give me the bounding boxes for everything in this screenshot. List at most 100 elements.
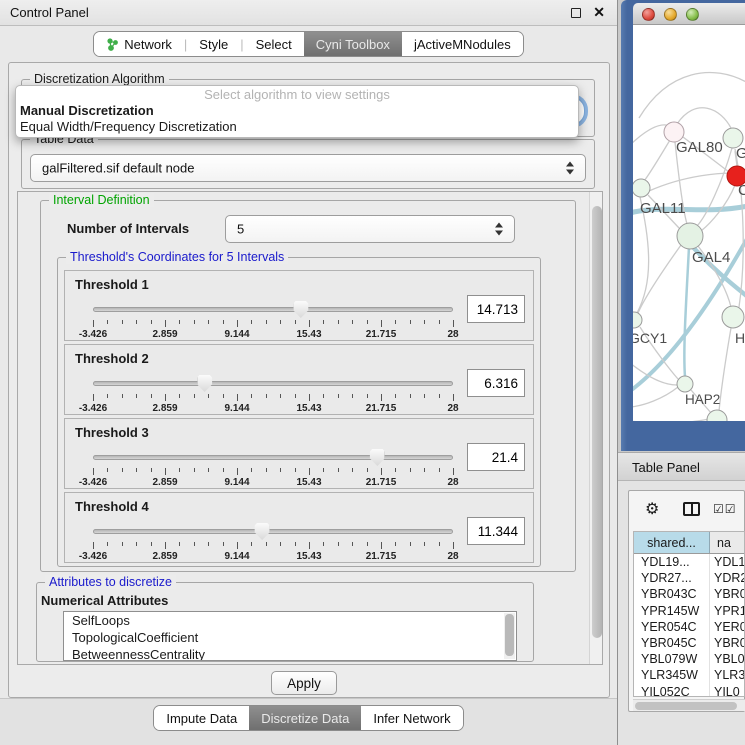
tab-select[interactable]: Select xyxy=(244,32,304,56)
tick-label: 2.859 xyxy=(152,551,177,562)
gear-icon[interactable]: ⚙ xyxy=(645,499,659,519)
slider-thumb[interactable] xyxy=(255,523,270,540)
table-row[interactable]: YLR345WYLR3 xyxy=(634,667,744,683)
node-gal4[interactable] xyxy=(677,223,703,249)
threshold-2-value-field[interactable] xyxy=(467,369,525,397)
tab-cyni-toolbox[interactable]: Cyni Toolbox xyxy=(304,32,402,56)
tab-discretize-data[interactable]: Discretize Data xyxy=(249,706,361,730)
table-row[interactable]: YDR27...YDR2 xyxy=(634,570,744,586)
table-row[interactable]: YDL19...YDL1 xyxy=(634,554,744,570)
numerical-attributes-list[interactable]: SelfLoopsTopologicalCoefficientBetweenne… xyxy=(63,611,517,661)
table-row[interactable]: YBL079WYBL0 xyxy=(634,651,744,667)
slider-thumb[interactable] xyxy=(197,375,212,392)
table-scrollbar-thumb[interactable] xyxy=(635,702,737,710)
network-canvas[interactable]: GAL80 GA C GAL11 GAL4 GCY1 H HAP2 xyxy=(633,25,745,421)
apply-button[interactable]: Apply xyxy=(271,671,337,695)
threshold-1-value-field[interactable] xyxy=(467,295,525,323)
tick-label: 9.144 xyxy=(224,477,249,488)
cell-shared-name: YDR27... xyxy=(634,570,710,586)
cyni-toolbox-panel: Discretization Algorithm Select algorith… xyxy=(8,62,610,698)
threshold-1-slider[interactable]: -3.4262.8599.14415.4321.71528 xyxy=(93,301,453,339)
tick-mark xyxy=(136,394,137,398)
table-row[interactable]: YER054CYER0 xyxy=(634,619,744,635)
float-window-icon[interactable] xyxy=(571,8,581,18)
algorithm-option-equal-width[interactable]: Equal Width/Frequency Discretization xyxy=(16,119,578,135)
threshold-2-slider[interactable]: -3.4262.8599.14415.4321.71528 xyxy=(93,375,453,413)
zoom-traffic-light-icon[interactable] xyxy=(686,8,699,21)
slider-track[interactable] xyxy=(93,455,453,460)
slider-thumb[interactable] xyxy=(370,449,385,466)
tick-label: 28 xyxy=(447,403,458,414)
close-traffic-light-icon[interactable] xyxy=(642,8,655,21)
list-scrollbar[interactable] xyxy=(504,613,515,659)
tick-mark xyxy=(208,542,209,546)
slider-thumb[interactable] xyxy=(293,301,308,318)
tick-label: 28 xyxy=(447,477,458,488)
threshold-3-slider[interactable]: -3.4262.8599.14415.4321.71528 xyxy=(93,449,453,487)
tab-network[interactable]: Network xyxy=(94,32,184,56)
tick-mark xyxy=(367,320,368,324)
slider-track[interactable] xyxy=(93,529,453,534)
list-scrollbar-thumb[interactable] xyxy=(505,614,514,656)
tick-label: 21.715 xyxy=(366,329,397,340)
algorithm-option-manual[interactable]: Manual Discretization xyxy=(16,103,578,119)
threshold-4-slider[interactable]: -3.4262.8599.14415.4321.71528 xyxy=(93,523,453,561)
tick-mark xyxy=(280,394,281,398)
bottom-tab-strip: Impute Data Discretize Data Infer Networ… xyxy=(0,698,617,745)
node-label-gal4: GAL4 xyxy=(692,249,730,266)
tick-mark xyxy=(453,468,454,475)
table-row[interactable]: YBR043CYBR0 xyxy=(634,586,744,602)
slider-track[interactable] xyxy=(93,381,453,386)
slider-tick-labels: -3.4262.8599.14415.4321.71528 xyxy=(93,551,453,563)
node-label-h: H xyxy=(735,330,745,346)
table-data-combobox[interactable]: galFiltered.sif default node xyxy=(30,154,586,182)
tick-label: -3.426 xyxy=(79,403,107,414)
tick-mark xyxy=(309,394,310,401)
tick-mark xyxy=(194,394,195,398)
close-icon[interactable]: ✕ xyxy=(593,4,605,21)
tab-label: jActiveMNodules xyxy=(414,37,511,52)
node-gcy1[interactable] xyxy=(633,312,642,328)
tick-mark xyxy=(165,542,166,549)
tab-infer-network[interactable]: Infer Network xyxy=(361,706,462,730)
node-hap2[interactable] xyxy=(677,376,693,392)
column-header-shared-name[interactable]: shared... xyxy=(634,532,710,553)
minimize-traffic-light-icon[interactable] xyxy=(664,8,677,21)
tab-jactivemnodules[interactable]: jActiveMNodules xyxy=(402,32,523,56)
tick-mark xyxy=(223,542,224,546)
tab-style[interactable]: Style xyxy=(187,32,240,56)
columns-icon[interactable] xyxy=(683,502,700,516)
algorithm-placeholder-option[interactable]: Select algorithm to view settings xyxy=(16,87,578,103)
settings-scrollbar[interactable] xyxy=(589,192,602,664)
column-header-name[interactable]: na xyxy=(710,532,744,553)
tick-mark xyxy=(439,320,440,324)
tick-mark xyxy=(352,394,353,398)
tick-mark xyxy=(223,394,224,398)
table-row[interactable]: YBR045CYBR0 xyxy=(634,635,744,651)
tick-mark xyxy=(453,542,454,549)
attribute-item[interactable]: BetweennessCentrality xyxy=(64,646,516,661)
tick-mark xyxy=(208,394,209,398)
threshold-4-value-field[interactable] xyxy=(467,517,525,545)
node-gal11[interactable] xyxy=(633,179,650,197)
cell-shared-name: YBL079W xyxy=(634,651,710,667)
attribute-item[interactable]: SelfLoops xyxy=(64,612,516,629)
tick-mark xyxy=(122,394,123,398)
node-h[interactable] xyxy=(722,306,744,328)
group-title: Interval Definition xyxy=(49,193,154,207)
table-horizontal-scrollbar[interactable] xyxy=(633,699,745,711)
threshold-4-panel: Threshold 4 -3.4262.8599.14415.4321.7152… xyxy=(64,492,534,563)
settings-scrollbar-thumb[interactable] xyxy=(592,206,602,638)
tick-label: 15.43 xyxy=(296,551,321,562)
cell-name: YBR0 xyxy=(710,586,744,602)
select-columns-icon[interactable]: ☑☑ xyxy=(713,502,737,516)
table-row[interactable]: YPR145WYPR1 xyxy=(634,603,744,619)
attribute-item[interactable]: TopologicalCoefficient xyxy=(64,629,516,646)
table-row[interactable]: YIL052CYIL0 xyxy=(634,684,744,698)
threshold-3-value-field[interactable] xyxy=(467,443,525,471)
control-panel-tabs: Network | Style | Select Cyni Toolbox jA… xyxy=(0,31,617,57)
tick-mark xyxy=(395,320,396,324)
tab-impute-data[interactable]: Impute Data xyxy=(154,706,249,730)
slider-track[interactable] xyxy=(93,307,453,312)
number-of-intervals-combobox[interactable]: 5 xyxy=(225,215,515,243)
